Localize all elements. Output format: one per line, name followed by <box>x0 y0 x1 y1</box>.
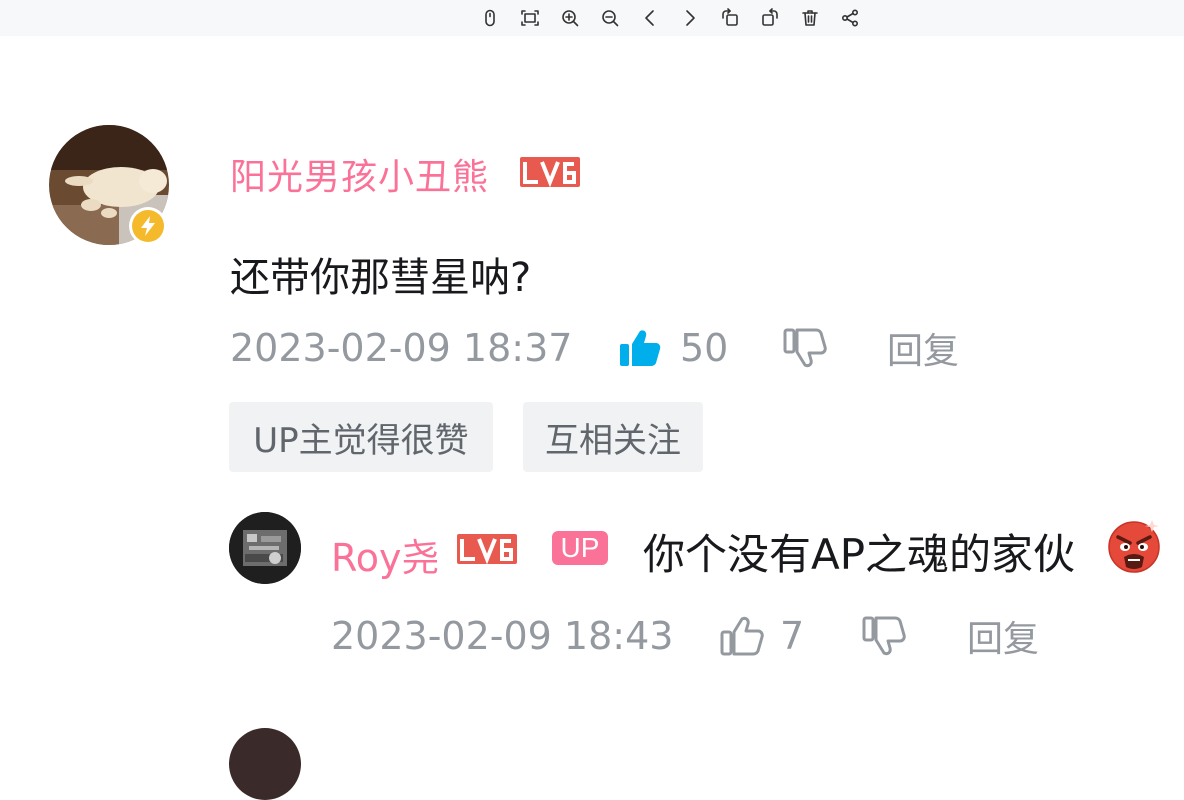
rotate-left-icon[interactable] <box>718 6 742 30</box>
reply-text: 你个没有AP之魂的家伙 <box>643 530 1076 579</box>
like-button[interactable]: 50 <box>618 324 728 372</box>
fit-screen-icon[interactable] <box>518 6 542 30</box>
tag-mutual-follow[interactable]: 互相关注 <box>523 402 703 472</box>
angry-emoji-icon <box>1108 520 1160 573</box>
next-icon[interactable] <box>678 6 702 30</box>
reply-level-badge-icon <box>457 534 517 564</box>
reply-avatar-image <box>229 512 301 584</box>
thumbs-up-icon <box>720 616 764 656</box>
like-count: 50 <box>680 326 729 370</box>
up-badge: UP <box>552 531 608 565</box>
reply-button[interactable]: 回复 <box>887 324 959 372</box>
reply-meta: 2023-02-09 18:43 <box>331 612 673 660</box>
reply-reply-label: 回复 <box>967 619 1040 660</box>
reply-reply-button[interactable]: 回复 <box>967 612 1039 660</box>
reply-like-count: 7 <box>780 614 805 658</box>
reply-like-button[interactable]: 7 <box>720 612 804 660</box>
comment-timestamp: 2023-02-09 18:37 <box>230 326 573 370</box>
share-icon[interactable] <box>838 6 862 30</box>
dislike-button[interactable] <box>783 324 827 372</box>
mouse-icon[interactable] <box>478 6 502 30</box>
vip-badge <box>129 207 167 245</box>
level-badge-icon <box>520 157 580 187</box>
zoom-in-icon[interactable] <box>558 6 582 30</box>
reply-dislike-button[interactable] <box>862 612 906 660</box>
reply-timestamp: 2023-02-09 18:43 <box>331 614 674 658</box>
comment-username[interactable]: 阳光男孩小丑熊 <box>230 148 489 200</box>
tag-up-liked[interactable]: UP主觉得很赞 <box>229 402 493 472</box>
reply-avatar[interactable] <box>229 512 301 584</box>
delete-icon[interactable] <box>798 6 822 30</box>
comment-meta: 2023-02-09 18:37 <box>230 324 572 372</box>
previous-icon[interactable] <box>638 6 662 30</box>
reply-thumbs-down-icon <box>862 616 906 656</box>
comment-text: 还带你那彗星呐? <box>230 255 532 301</box>
image-viewer-toolbar <box>0 0 1184 36</box>
reply-username[interactable]: Roy尧 <box>331 527 439 582</box>
next-comment-avatar[interactable] <box>229 728 301 800</box>
lightning-icon <box>132 210 164 242</box>
zoom-out-icon[interactable] <box>598 6 622 30</box>
thumbs-up-filled-icon <box>620 330 661 366</box>
rotate-right-icon[interactable] <box>758 6 782 30</box>
thumbs-down-icon <box>783 328 827 368</box>
toolbar-icons <box>478 6 862 30</box>
reply-label: 回复 <box>887 331 960 372</box>
